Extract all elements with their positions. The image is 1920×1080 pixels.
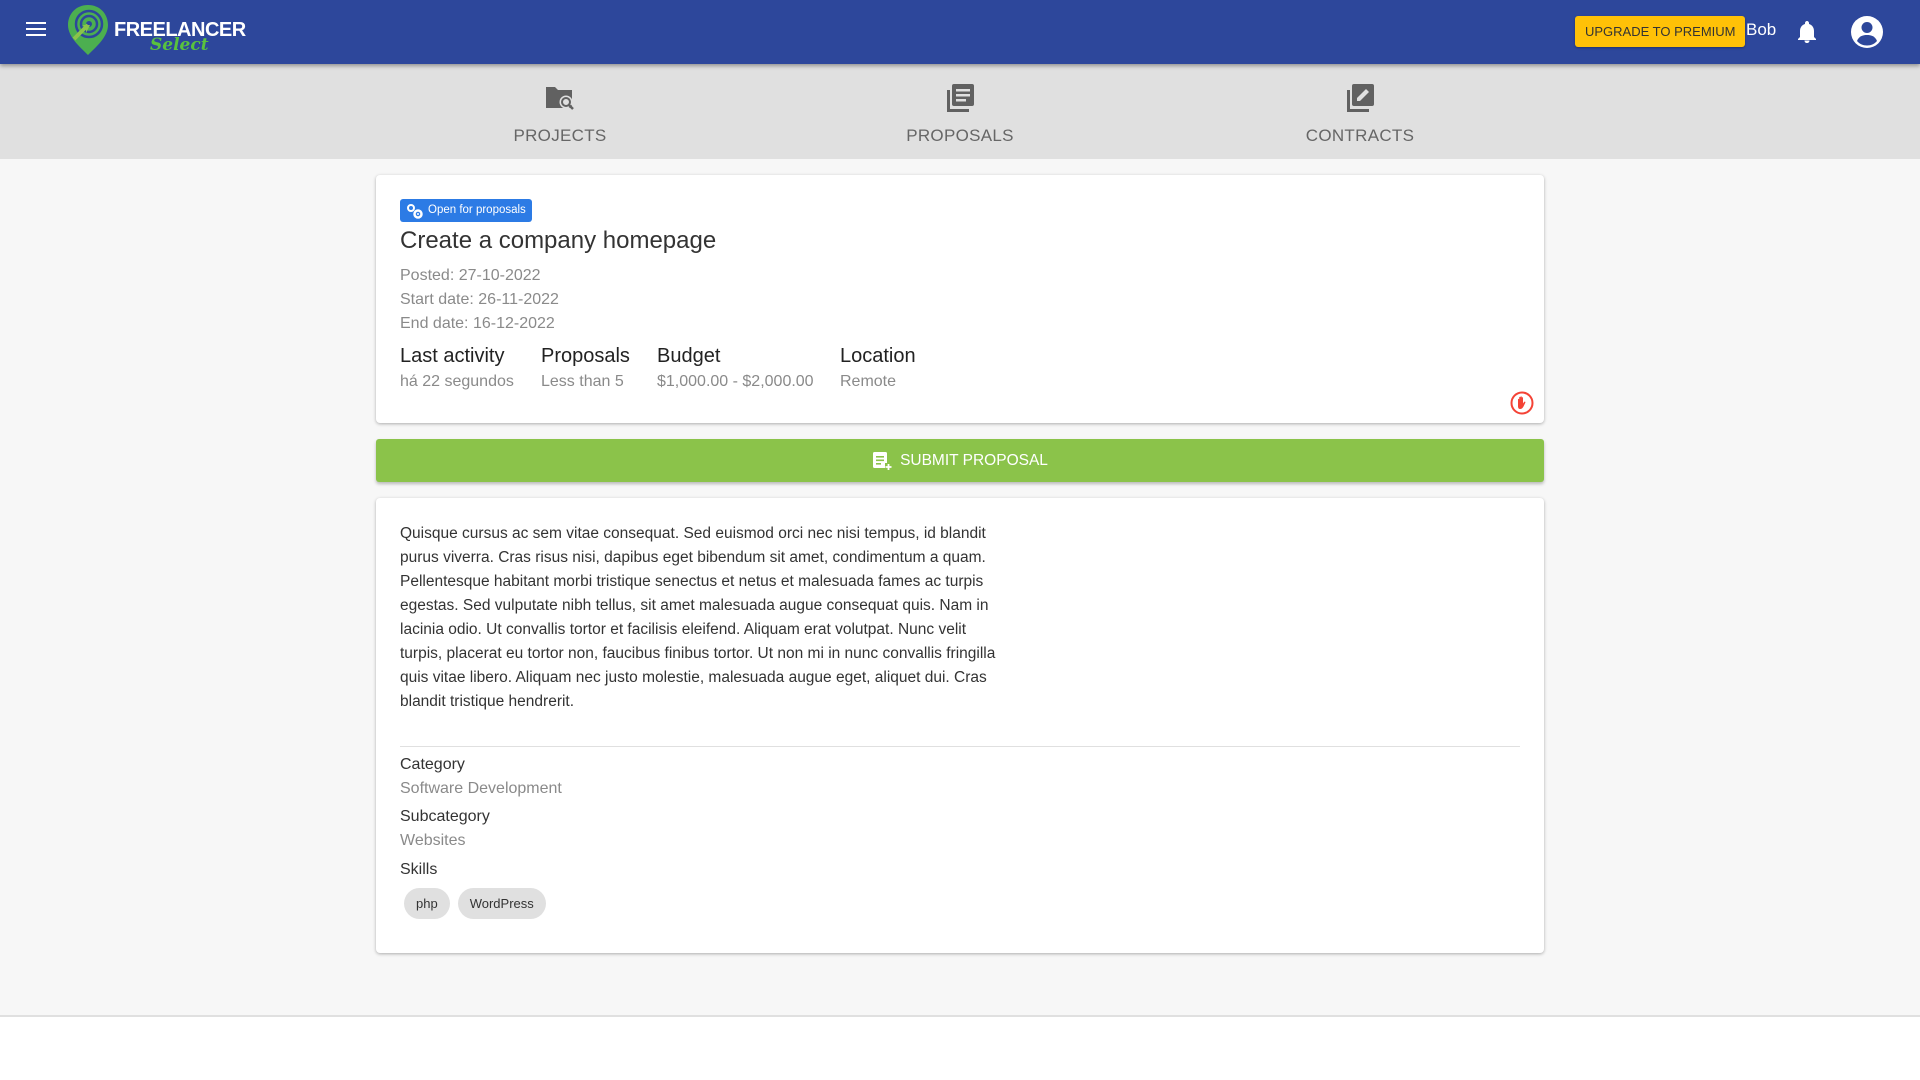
stat-last-activity: Last activity há 22 segundos [400, 345, 514, 391]
account-circle-icon[interactable] [1850, 15, 1884, 49]
logo[interactable]: FREELANCER Select [66, 2, 246, 58]
end-date: End date: 16-12-2022 [400, 315, 555, 332]
skills-chips: php WordPress [404, 888, 546, 919]
stat-value: Less than 5 [541, 373, 624, 390]
stat-location: Location Remote [840, 345, 916, 391]
project-description: Quisque cursus ac sem vitae consequat. S… [400, 525, 996, 710]
stat-label: Last activity [400, 345, 505, 367]
skills-label: Skills [400, 861, 438, 878]
stat-value: Remote [840, 373, 897, 390]
logo-text: FREELANCER Select [114, 5, 246, 55]
user-name[interactable]: Bob [1746, 20, 1776, 40]
subcategory-value: Websites [400, 832, 466, 849]
top-app-bar: FREELANCER Select UPGRADE TO PREMIUM Bob [0, 0, 1920, 64]
upgrade-to-premium-button[interactable]: UPGRADE TO PREMIUM [1575, 16, 1746, 47]
project-details-card: Quisque cursus ac sem vitae consequat. S… [376, 498, 1544, 953]
stat-budget: Budget $1,000.00 - $2,000.00 [657, 345, 814, 391]
gears-icon [407, 203, 423, 219]
logo-pin-icon [68, 5, 108, 55]
nav-contracts[interactable]: CONTRACTS [1260, 64, 1460, 159]
project-summary-card: Open for proposals Create a company home… [376, 175, 1544, 423]
nav-projects[interactable]: PROJECTS [460, 64, 660, 159]
footer [0, 1015, 1920, 1080]
status-badge: Open for proposals [400, 199, 532, 222]
section-nav: PROJECTS PROPOSALS CONTRACTS [0, 64, 1920, 159]
submit-proposal-button[interactable]: SUBMIT PROPOSAL [376, 439, 1544, 482]
stat-label: Budget [657, 345, 721, 367]
stat-label: Proposals [541, 345, 630, 367]
stat-label: Location [840, 345, 916, 367]
edit-note-icon [1347, 84, 1374, 112]
stat-value: há 22 segundos [400, 373, 514, 390]
nav-proposals[interactable]: PROPOSALS [860, 64, 1060, 159]
folder-search-icon [546, 87, 574, 110]
nav-projects-label: PROJECTS [513, 126, 607, 145]
logo-secondary-text: Select [150, 35, 209, 55]
category-label: Category [400, 756, 465, 773]
divider [400, 746, 1520, 747]
submit-proposal-label: SUBMIT PROPOSAL [900, 451, 1048, 469]
stat-value: $1,000.00 - $2,000.00 [657, 373, 814, 390]
category-value: Software Development [400, 780, 562, 797]
posted-date: Posted: 27-10-2022 [400, 267, 541, 284]
post-add-icon [873, 451, 893, 471]
project-title: Create a company homepage [400, 227, 717, 254]
stat-proposals: Proposals Less than 5 [541, 345, 630, 391]
menu-icon[interactable] [26, 22, 46, 38]
status-badge-label: Open for proposals [428, 204, 526, 216]
skill-chip[interactable]: WordPress [457, 888, 546, 919]
stop-hand-icon[interactable] [1510, 391, 1534, 415]
start-date: Start date: 26-11-2022 [400, 291, 559, 308]
nav-contracts-label: CONTRACTS [1305, 126, 1415, 145]
skill-chip[interactable]: php [404, 888, 450, 919]
subcategory-label: Subcategory [400, 808, 490, 825]
nav-proposals-label: PROPOSALS [906, 126, 1014, 145]
bell-icon[interactable] [1797, 20, 1817, 44]
library-books-icon [947, 84, 974, 112]
